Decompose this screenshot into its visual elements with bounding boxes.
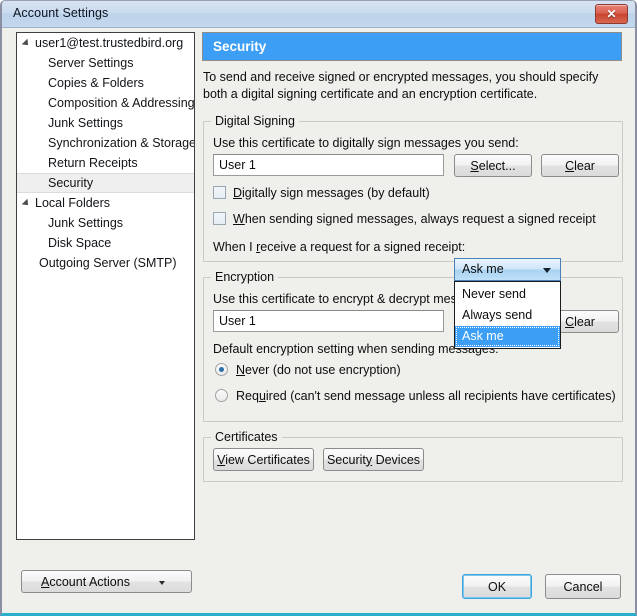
encryption-legend: Encryption [211,270,278,284]
checkbox-icon[interactable] [213,186,226,199]
chevron-down-icon [543,268,551,273]
view-certificates-label: View Certificates [217,453,310,467]
sidebar-item-outgoing-server-smtp[interactable]: Outgoing Server (SMTP) [17,253,194,273]
request-signed-receipt-label: When sending signed messages, always req… [233,212,596,226]
signing-select-label: Select... [470,159,515,173]
signing-cert-label: Use this certificate to digitally sign m… [213,136,519,150]
sidebar-item-junk-settings[interactable]: Junk Settings [17,113,194,133]
sidebar-item-label: Server Settings [48,56,133,70]
window-title: Account Settings [13,6,108,20]
security-devices-button[interactable]: Security Devices [323,448,424,471]
settings-tree[interactable]: user1@test.trustedbird.org Server Setting… [16,32,195,540]
signed-receipt-dropdown-list[interactable]: Never sendAlways sendAsk me [454,281,561,349]
certificates-legend: Certificates [211,430,282,444]
security-devices-label: Security Devices [327,453,420,467]
intro-text: To send and receive signed or encrypted … [203,69,623,102]
dropdown-option-always-send[interactable]: Always send [455,305,560,326]
sidebar-item-user1-test-trustedbird-org[interactable]: user1@test.trustedbird.org [17,33,194,53]
close-icon: ✕ [596,5,627,23]
signing-clear-label: Clear [565,159,595,173]
sidebar-item-label: Copies & Folders [48,76,144,90]
radio-icon[interactable] [215,389,228,402]
sidebar-item-server-settings[interactable]: Server Settings [17,53,194,73]
dialog-body: user1@test.trustedbird.org Server Setting… [2,28,635,613]
view-certificates-button[interactable]: View Certificates [213,448,314,471]
sidebar-item-disk-space[interactable]: Disk Space [17,233,194,253]
digital-signing-legend: Digital Signing [211,114,299,128]
sidebar-item-label: user1@test.trustedbird.org [35,36,183,50]
title-bar: Account Settings ✕ [2,1,635,28]
receipt-request-label: When I receive a request for a signed re… [213,240,465,254]
ok-label: OK [488,580,506,594]
encryption-required-radio-row[interactable]: Required (can't send message unless all … [215,389,616,403]
chevron-down-icon [159,581,165,585]
sidebar-item-label: Disk Space [48,236,111,250]
account-actions-button[interactable]: Account Actions [21,570,192,593]
signing-select-button[interactable]: Select... [454,154,532,177]
signed-receipt-dropdown-button[interactable]: Ask me [454,258,561,281]
request-signed-receipt-checkbox-row[interactable]: When sending signed messages, always req… [213,212,596,226]
account-actions-rest: ccount Actions [49,575,130,589]
cancel-button[interactable]: Cancel [545,574,621,599]
sidebar-item-security[interactable]: Security [17,173,194,193]
encryption-never-radio-row[interactable]: Never (do not use encryption) [215,363,401,377]
sidebar-item-synchronization-storage[interactable]: Synchronization & Storage [17,133,194,153]
sidebar-item-label: Junk Settings [48,216,123,230]
dropdown-option-never-send[interactable]: Never send [455,284,560,305]
sidebar-item-label: Local Folders [35,196,110,210]
signed-receipt-dropdown[interactable]: Ask me Never sendAlways sendAsk me [454,258,561,281]
sidebar-item-return-receipts[interactable]: Return Receipts [17,153,194,173]
sidebar-item-junk-settings[interactable]: Junk Settings [17,213,194,233]
sidebar-item-label: Return Receipts [48,156,138,170]
encryption-cert-input[interactable] [213,310,444,332]
sidebar-item-label: Synchronization & Storage [48,136,195,150]
security-pane: Security To send and receive signed or e… [202,32,627,613]
dropdown-option-ask-me[interactable]: Ask me [455,326,560,347]
sidebar-item-label: Outgoing Server (SMTP) [39,256,177,270]
signing-clear-button[interactable]: Clear [541,154,619,177]
digitally-sign-checkbox-row[interactable]: Digitally sign messages (by default) [213,186,430,200]
sidebar-item-copies-folders[interactable]: Copies & Folders [17,73,194,93]
sidebar-item-label: Security [48,176,93,190]
sidebar-item-label: Composition & Addressing [48,96,195,110]
encryption-never-label: Never (do not use encryption) [236,363,401,377]
page-title: Security [202,32,622,61]
encryption-required-label: Required (can't send message unless all … [236,389,616,403]
ok-button[interactable]: OK [462,574,532,599]
signed-receipt-dropdown-value: Ask me [462,262,504,276]
checkbox-icon[interactable] [213,212,226,225]
twisty-icon[interactable] [22,39,31,48]
close-button[interactable]: ✕ [595,4,628,24]
cancel-label: Cancel [564,580,603,594]
twisty-icon[interactable] [22,199,31,208]
sidebar-item-label: Junk Settings [48,116,123,130]
encryption-clear-label: Clear [565,315,595,329]
radio-icon[interactable] [215,363,228,376]
signing-cert-input[interactable] [213,154,444,176]
digitally-sign-label: Digitally sign messages (by default) [233,186,430,200]
account-settings-window: Account Settings ✕ user1@test.trustedbir… [0,0,637,616]
sidebar-item-local-folders[interactable]: Local Folders [17,193,194,213]
sidebar-item-composition-addressing[interactable]: Composition & Addressing [17,93,194,113]
account-actions-label: Account Actions [41,575,172,589]
